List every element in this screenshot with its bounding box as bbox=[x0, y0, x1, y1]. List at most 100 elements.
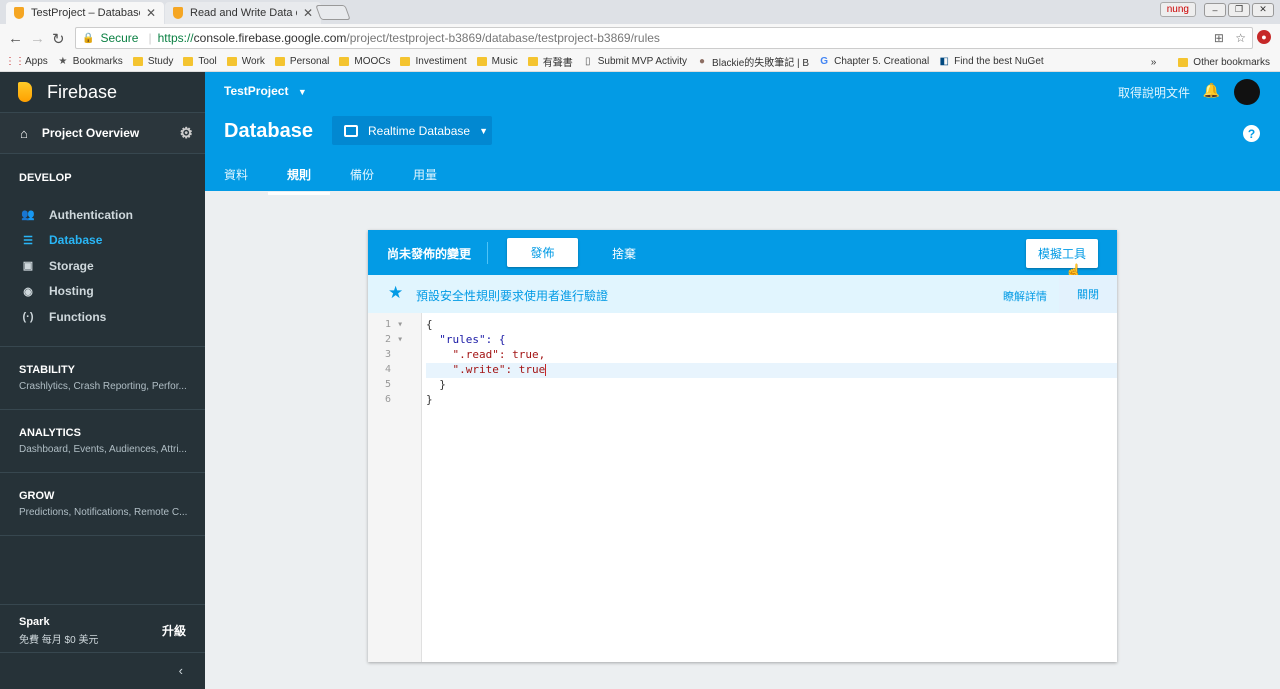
develop-title: DEVELOP bbox=[19, 172, 72, 184]
url-host: console.firebase.google.com bbox=[193, 31, 347, 45]
firebase-logo[interactable]: Firebase bbox=[0, 72, 205, 112]
translate-icon[interactable]: ⊞ bbox=[1214, 31, 1224, 45]
line-number: 4 bbox=[385, 364, 392, 375]
browser-tab-testproject[interactable]: TestProject – Database - ✕ bbox=[6, 2, 164, 24]
bookmark-moocs[interactable]: MOOCs bbox=[339, 56, 390, 67]
bookmarks-overflow-icon[interactable]: » bbox=[1151, 57, 1157, 68]
project-overview-link[interactable]: ⌂ Project Overview ⚙ bbox=[0, 112, 205, 154]
bookmark-mvp[interactable]: ▯ Submit MVP Activity bbox=[583, 56, 687, 67]
close-notice-button[interactable]: 關閉 bbox=[1059, 275, 1117, 313]
chevron-down-icon: ▼ bbox=[297, 87, 307, 97]
profile-badge[interactable]: nung bbox=[1159, 2, 1196, 17]
docs-link[interactable]: 取得說明文件 bbox=[1118, 84, 1190, 101]
brand-title: Firebase bbox=[47, 81, 118, 102]
folder-icon bbox=[226, 57, 237, 66]
forward-arrow-icon[interactable]: → bbox=[30, 30, 45, 47]
project-overview-label: Project Overview bbox=[41, 126, 140, 140]
bookmark-tool[interactable]: Tool bbox=[183, 56, 217, 67]
app-header: TestProject ▼ 取得說明文件 🔔 Database Realtime… bbox=[205, 72, 1280, 195]
plan-panel: Spark 免費 每月 $0 美元 升級 bbox=[0, 604, 205, 652]
folder-icon bbox=[400, 57, 411, 66]
upgrade-button[interactable]: 升級 bbox=[162, 622, 186, 639]
sidebar-item-storage[interactable]: ▣ Storage bbox=[0, 253, 205, 279]
avatar-icon: ● bbox=[699, 56, 706, 67]
sidebar-section-analytics[interactable]: ANALYTICS Dashboard, Events, Audiences, … bbox=[0, 409, 205, 472]
database-type-dropdown[interactable]: Realtime Database ▼ bbox=[332, 116, 492, 145]
nuget-icon: ◧ bbox=[939, 56, 949, 67]
learn-more-link[interactable]: 瞭解詳情 bbox=[1003, 288, 1047, 304]
avatar[interactable] bbox=[1234, 79, 1260, 105]
bell-icon[interactable]: 🔔 bbox=[1203, 82, 1220, 99]
chevron-down-icon: ▼ bbox=[479, 125, 488, 136]
bookmark-bookmarks[interactable]: ★ Bookmarks bbox=[58, 56, 123, 67]
code-line[interactable]: { bbox=[426, 318, 1117, 333]
close-window-button[interactable]: ✕ bbox=[1252, 2, 1274, 17]
sidebar-item-hosting[interactable]: ◉ Hosting bbox=[0, 279, 205, 305]
bookmark-investiment[interactable]: Investiment bbox=[400, 56, 467, 67]
tab-rules[interactable]: 規則 bbox=[268, 159, 331, 195]
star-icon: ★ bbox=[58, 56, 68, 67]
bookmark-apps[interactable]: ⋮⋮ Apps bbox=[5, 56, 48, 67]
folder-icon bbox=[339, 57, 350, 66]
folder-icon bbox=[1178, 57, 1189, 67]
bookmark-nuget[interactable]: ◧ Find the best NuGet bbox=[939, 56, 1043, 67]
gear-icon[interactable]: ⚙ bbox=[180, 124, 193, 142]
globe-icon: ◉ bbox=[23, 285, 33, 298]
minimize-button[interactable]: – bbox=[1204, 2, 1226, 17]
sidebar-section-stability[interactable]: STABILITY Crashlytics, Crash Reporting, … bbox=[0, 346, 205, 409]
browser-tab-read-write[interactable]: Read and Write Data on ✕ bbox=[165, 2, 321, 24]
folder-icon bbox=[132, 57, 143, 66]
project-selector[interactable]: TestProject ▼ bbox=[224, 84, 307, 98]
reload-icon[interactable]: ↻ bbox=[52, 30, 65, 48]
maximize-button[interactable]: ❐ bbox=[1228, 2, 1250, 17]
bookmark-star-icon[interactable]: ☆ bbox=[1235, 31, 1246, 45]
folder-icon bbox=[527, 57, 538, 66]
bookmark-chapter5[interactable]: G Chapter 5. Creational bbox=[819, 56, 929, 67]
close-tab-icon[interactable]: ✕ bbox=[146, 6, 156, 20]
simulator-button[interactable]: 模擬工具 bbox=[1026, 239, 1098, 268]
fold-icon[interactable]: ▾ bbox=[397, 319, 403, 330]
new-tab-button[interactable] bbox=[315, 5, 351, 20]
collapse-sidebar-button[interactable]: ‹ bbox=[0, 652, 205, 689]
bookmark-audiobooks[interactable]: 有聲書 bbox=[527, 54, 573, 69]
sidebar: Firebase ⌂ Project Overview ⚙ DEVELOP 👥 … bbox=[0, 72, 205, 689]
tab-backups[interactable]: 備份 bbox=[350, 159, 374, 194]
sidebar-item-authentication[interactable]: 👥 Authentication bbox=[0, 202, 205, 228]
code-line[interactable]: ".read": true, bbox=[426, 348, 1117, 363]
code-line[interactable]: "rules": { bbox=[426, 333, 1117, 348]
google-icon: G bbox=[820, 56, 828, 67]
bookmark-music[interactable]: Music bbox=[476, 56, 518, 67]
rules-card: 尚未發佈的變更 發佈 捨棄 模擬工具 ☝ ★ 預設安全性規則要求使用者進行驗證 … bbox=[368, 230, 1117, 662]
develop-nav: 👥 Authentication ☰ Database ▣ Storage ◉ … bbox=[0, 202, 205, 330]
code-editor[interactable]: 1 ▾ 2 ▾ 3 4 5 6 { "rules": { ".read": tr… bbox=[368, 313, 1117, 662]
tab-usage[interactable]: 用量 bbox=[413, 159, 437, 194]
bookmark-other[interactable]: Other bookmarks bbox=[1178, 57, 1270, 68]
database-icon: ☰ bbox=[23, 234, 33, 247]
fold-icon[interactable]: ▾ bbox=[397, 334, 403, 345]
publish-button[interactable]: 發佈 bbox=[507, 238, 578, 267]
bookmark-study[interactable]: Study bbox=[132, 56, 173, 67]
section-title: GROW bbox=[19, 490, 55, 502]
extension-icon[interactable]: ● bbox=[1257, 30, 1271, 44]
text-caret bbox=[545, 364, 547, 376]
close-tab-icon[interactable]: ✕ bbox=[303, 6, 313, 20]
lock-icon: 🔒 bbox=[82, 32, 95, 44]
line-gutter: 1 ▾ 2 ▾ 3 4 5 6 bbox=[368, 313, 422, 662]
firebase-favicon-icon bbox=[14, 7, 24, 19]
code-line[interactable]: } bbox=[426, 378, 1117, 393]
back-arrow-icon[interactable]: ← bbox=[8, 30, 23, 47]
sidebar-item-database[interactable]: ☰ Database bbox=[0, 228, 205, 254]
sidebar-item-functions[interactable]: (·) Functions bbox=[0, 304, 205, 330]
section-subtitle: Crashlytics, Crash Reporting, Perfor... bbox=[19, 381, 187, 392]
bookmark-blackie[interactable]: ● Blackie的失敗筆記 | B bbox=[697, 54, 809, 69]
code-line[interactable]: } bbox=[426, 393, 1117, 408]
tab-data[interactable]: 資料 bbox=[224, 159, 248, 194]
help-icon[interactable]: ? bbox=[1243, 125, 1260, 142]
sidebar-section-grow[interactable]: GROW Predictions, Notifications, Remote … bbox=[0, 472, 205, 535]
code-line-current[interactable]: ".write": true bbox=[426, 363, 1117, 378]
page-title: Database bbox=[224, 120, 313, 142]
bookmark-work[interactable]: Work bbox=[226, 56, 265, 67]
address-bar[interactable]: 🔒 Secure | https:// console.firebase.goo… bbox=[75, 27, 1253, 49]
discard-button[interactable]: 捨棄 bbox=[612, 245, 636, 262]
bookmark-personal[interactable]: Personal bbox=[274, 56, 329, 67]
